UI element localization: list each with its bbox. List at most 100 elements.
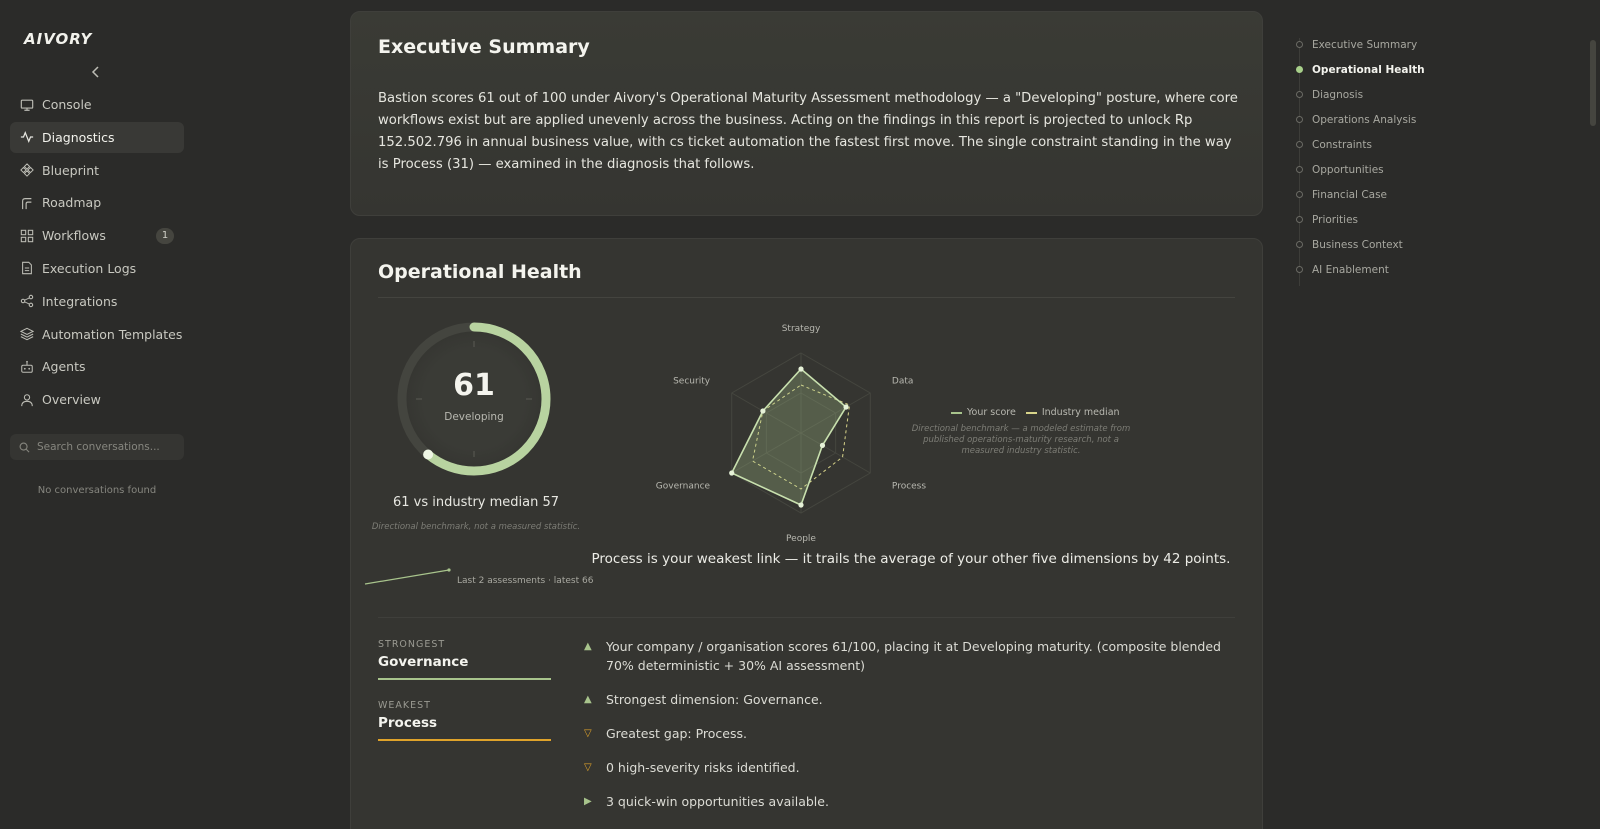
toc-dot (1296, 166, 1303, 173)
sidebar-item-label: Blueprint (42, 162, 100, 178)
legend-label: Industry median (1041, 407, 1120, 418)
sidebar-item-blueprint[interactable]: Blueprint (10, 155, 184, 186)
toc-label: Executive Summary (1312, 38, 1418, 51)
document-icon (22, 262, 32, 275)
legend-your-score: Your score (951, 407, 1016, 418)
user-icon (21, 393, 33, 406)
sidebar-item-agents[interactable]: Agents (10, 351, 184, 382)
findings-list: ▲ Your company / organisation scores 61/… (584, 637, 1224, 826)
section-divider (378, 617, 1235, 618)
toc-dot (1296, 66, 1303, 73)
toc-item-ai-enablement[interactable]: AI Enablement (1296, 257, 1496, 282)
sidebar-nav: Console Diagnostics Blueprint Roadmap Wo… (10, 89, 184, 417)
radar-axis-label: Process (892, 482, 926, 492)
executive-summary-body: Bastion scores 61 out of 100 under Aivor… (378, 91, 1238, 172)
down-triangle-icon: ▽ (584, 728, 592, 739)
monitor-icon (20, 99, 34, 111)
sidebar-item-workflows[interactable]: Workflows 1 (10, 220, 184, 251)
sidebar-item-label: Console (42, 97, 92, 112)
finding-text: 3 quick-win opportunities available. (606, 794, 829, 809)
finding-item: ▽ 0 high-severity risks identified. (584, 758, 1224, 777)
score-value: 61 (453, 368, 495, 403)
legend-industry-median: Industry median (1025, 407, 1120, 418)
sidebar-item-roadmap[interactable]: Roadmap (10, 187, 184, 218)
finding-item: ▲ Strongest dimension: Governance. (584, 690, 1224, 709)
toc-label: Business Context (1312, 238, 1403, 251)
sidebar-item-diagnostics[interactable]: Diagnostics (10, 121, 184, 153)
share-icon (20, 295, 34, 308)
toc-dot (1296, 191, 1303, 198)
radar-axis-label: Governance (656, 482, 711, 492)
radar-point (729, 470, 735, 476)
sidebar-item-label: Integrations (42, 293, 118, 309)
roadmap-icon (22, 197, 32, 210)
radar-axis-label: Data (892, 377, 914, 387)
strongest-underline (378, 678, 551, 680)
radar-axis-label: Strategy (782, 324, 821, 334)
trend-label: Last 2 assessments · latest 66 (457, 576, 594, 586)
toc-dot (1296, 266, 1303, 273)
toc-item-opportunities[interactable]: Opportunities (1296, 157, 1496, 182)
median-note: Directional benchmark, not a measured st… (371, 522, 581, 532)
toc-dot (1296, 91, 1303, 98)
radar-legend: Your score Industry median (951, 407, 1120, 418)
radar-point (760, 408, 766, 414)
conversation-search[interactable] (10, 434, 184, 460)
radar-axis-label: Security (673, 377, 711, 387)
sidebar-item-overview[interactable]: Overview (10, 384, 184, 415)
finding-text: Your company / organisation scores 61/10… (606, 639, 1221, 673)
chevron-left-icon (91, 66, 99, 78)
toc-dot (1296, 41, 1303, 48)
toc-item-operations-analysis[interactable]: Operations Analysis (1296, 107, 1496, 132)
toc-item-operational-health[interactable]: Operational Health (1296, 57, 1496, 82)
sidebar-item-label: Overview (42, 392, 101, 408)
weakest-value: Process (378, 715, 438, 731)
radar-point (798, 366, 804, 372)
finding-text: Strongest dimension: Governance. (606, 692, 823, 707)
operational-health-title: Operational Health (378, 261, 582, 283)
finding-item: ▽ Greatest gap: Process. (584, 724, 1224, 743)
finding-item: ▲ Your company / organisation scores 61/… (584, 637, 1224, 675)
executive-summary-title: Executive Summary (378, 36, 590, 58)
app-logo[interactable]: AIVORY (24, 30, 92, 48)
sidebar-item-automation-templates[interactable]: Automation Templates (10, 319, 184, 350)
finding-item: ▶ 3 quick-win opportunities available. (584, 792, 1224, 811)
blueprint-icon (20, 163, 34, 177)
sidebar-item-console[interactable]: Console (10, 89, 184, 120)
toc-item-diagnosis[interactable]: Diagnosis (1296, 82, 1496, 107)
toc-dot (1296, 241, 1303, 248)
toc-label: Financial Case (1312, 188, 1388, 201)
toc-label: AI Enablement (1312, 263, 1389, 276)
sidebar-item-integrations[interactable]: Integrations (10, 286, 184, 317)
strongest-value: Governance (378, 654, 469, 670)
grid-icon (20, 229, 34, 242)
toc-item-business-context[interactable]: Business Context (1296, 232, 1496, 257)
sidebar-item-execution-logs[interactable]: Execution Logs (10, 253, 184, 284)
executive-summary-card: Executive Summary Bastion scores 61 out … (350, 11, 1263, 216)
radar-axis-label: People (786, 534, 816, 543)
toc-dot (1296, 116, 1303, 123)
search-icon (19, 442, 30, 452)
robot-icon (21, 360, 33, 373)
toc-item-executive-summary[interactable]: Executive Summary (1296, 32, 1496, 57)
weakest-label: WEAKEST (378, 700, 431, 711)
table-of-contents: Executive Summary Operational Health Dia… (1296, 32, 1496, 286)
toc-item-financial-case[interactable]: Financial Case (1296, 182, 1496, 207)
toc-item-priorities[interactable]: Priorities (1296, 207, 1496, 232)
median-comparison: 61 vs industry median 57 (392, 495, 560, 510)
collapse-sidebar-button[interactable] (88, 66, 104, 82)
toc-dot (1296, 216, 1303, 223)
page-scrollbar[interactable] (1590, 40, 1596, 126)
strongest-label: STRONGEST (378, 639, 446, 650)
radar-chart: Strategy Data Process People Governance Secur… (656, 324, 927, 543)
search-input[interactable] (37, 441, 177, 453)
finding-text: Greatest gap: Process. (606, 726, 747, 741)
right-triangle-icon: ▶ (584, 796, 592, 807)
radar-point (798, 502, 804, 508)
down-triangle-icon: ▽ (584, 762, 592, 773)
activity-icon (20, 131, 34, 144)
toc-item-constraints[interactable]: Constraints (1296, 132, 1496, 157)
sidebar-item-label: Diagnostics (42, 129, 115, 145)
gauge-end-dot (423, 449, 434, 460)
radar-series-your-score (730, 367, 848, 507)
